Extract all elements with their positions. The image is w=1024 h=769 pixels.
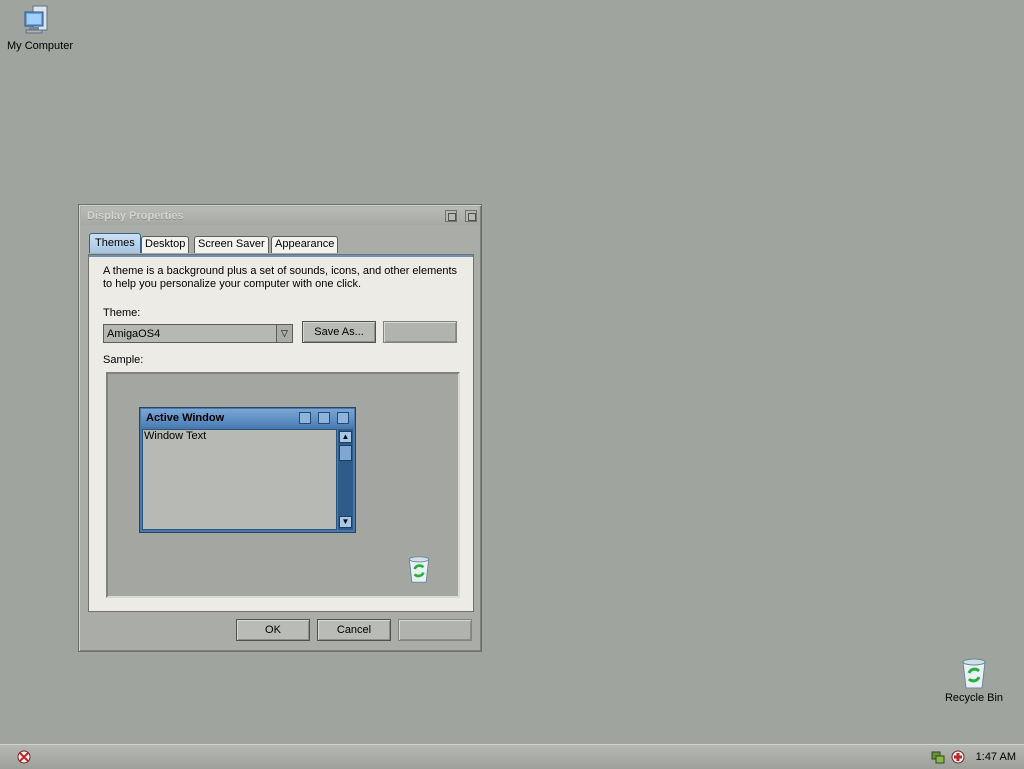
themes-panel: A theme is a background plus a set of so… [88, 254, 474, 612]
sample-active-window: Active Window Window Text ▲ ▼ [139, 407, 356, 533]
delete-button[interactable] [383, 321, 457, 343]
clock[interactable]: 1:47 AM [976, 751, 1016, 763]
chevron-down-icon[interactable]: ▽ [276, 325, 292, 342]
tab-desktop[interactable]: Desktop [141, 236, 190, 253]
display-properties-dialog: Display Properties Themes Desktop Screen… [78, 204, 482, 652]
scroll-down-icon: ▼ [339, 516, 352, 528]
desktop-icon-my-computer[interactable]: My Computer [0, 4, 80, 52]
recycle-bin-icon [962, 658, 986, 689]
sample-preview: Active Window Window Text ▲ ▼ [106, 372, 460, 598]
sample-window-text: Window Text [144, 430, 207, 442]
security-icon[interactable] [950, 749, 966, 765]
desktop-icon-label: Recycle Bin [944, 692, 1004, 704]
ok-button[interactable]: OK [236, 619, 310, 641]
close-icon [337, 412, 349, 424]
dialog-title: Display Properties [87, 210, 184, 222]
close-button[interactable] [465, 210, 477, 222]
sample-client-area: Window Text [142, 429, 337, 530]
help-button[interactable] [445, 210, 457, 222]
theme-label: Theme: [103, 307, 141, 319]
minimize-icon [299, 412, 311, 424]
tab-appearance[interactable]: Appearance [271, 236, 339, 253]
scroll-thumb [339, 445, 352, 461]
my-computer-icon [24, 5, 48, 34]
cancel-button[interactable]: Cancel [317, 619, 391, 641]
desktop-icon-label: My Computer [6, 40, 74, 52]
save-as-button[interactable]: Save As... [302, 321, 376, 343]
desktop-icon-recycle-bin[interactable]: Recycle Bin [934, 656, 1014, 704]
tab-themes[interactable]: Themes [89, 233, 141, 253]
network-icon[interactable] [930, 749, 946, 765]
sample-label: Sample: [103, 354, 144, 366]
sample-window-title: Active Window [146, 412, 225, 424]
title-bar[interactable]: Display Properties [81, 207, 479, 225]
sample-title-bar: Active Window [141, 409, 354, 427]
sample-scrollbar: ▲ ▼ [338, 429, 353, 530]
system-tray: 1:47 AM [924, 745, 1024, 769]
close-icon [468, 213, 476, 221]
apply-button[interactable] [398, 619, 472, 641]
help-icon [448, 213, 456, 221]
tab-screen-saver[interactable]: Screen Saver [194, 236, 269, 253]
start-button[interactable] [16, 749, 32, 765]
theme-select[interactable]: AmigaOS4 ▽ [103, 324, 293, 343]
maximize-icon [318, 412, 330, 424]
taskbar: 1:47 AM [0, 744, 1024, 769]
recycle-bin-icon [408, 556, 430, 583]
theme-description: A theme is a background plus a set of so… [103, 265, 458, 290]
scroll-up-icon: ▲ [339, 431, 352, 443]
theme-select-value: AmigaOS4 [107, 328, 161, 340]
